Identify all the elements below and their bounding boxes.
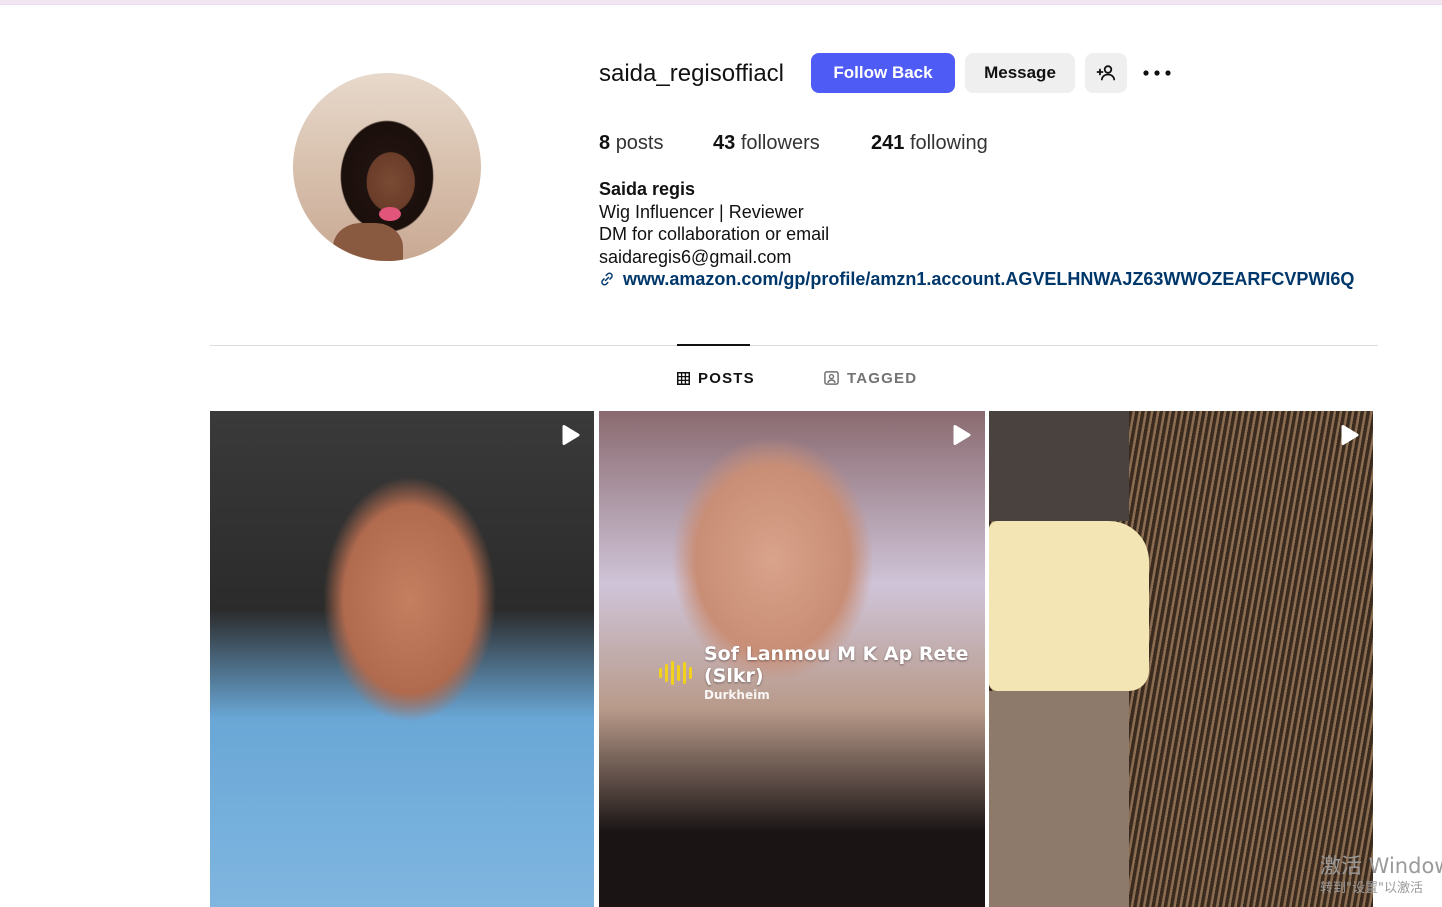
posts-count: 8 posts — [599, 130, 664, 156]
music-title: Sof Lanmou M K Ap Rete (Slkr) — [704, 643, 969, 687]
following-label: following — [909, 132, 988, 154]
message-button[interactable]: Message — [965, 53, 1075, 93]
tagged-icon — [824, 371, 839, 385]
posts-count-value: 8 — [599, 132, 611, 154]
bio-external-link: www.amazon.com/gp/profile/amzn1.account.… — [599, 268, 1354, 290]
music-artist: Durkheim — [704, 688, 770, 702]
suggested-users-button[interactable] — [1085, 53, 1127, 93]
post-thumbnail[interactable]: Sof Lanmou M K Ap Rete (Slkr) Durkheim — [599, 411, 985, 907]
more-options-icon — [1143, 70, 1171, 76]
audio-bars-icon — [659, 661, 692, 685]
tab-posts-label: POSTS — [698, 369, 755, 387]
bio-line: Wig Influencer | Reviewer — [599, 201, 804, 222]
reel-icon — [562, 425, 580, 445]
bio-line: DM for collaboration or email — [599, 224, 830, 244]
more-options-button[interactable] — [1140, 60, 1174, 86]
following-count-value: 241 — [871, 132, 905, 154]
avatar-photo-detail — [379, 207, 401, 221]
person-add-icon — [1096, 65, 1116, 81]
posts-count-label: posts — [615, 132, 664, 154]
post-photo-detail — [989, 521, 1149, 691]
grid-icon — [677, 371, 690, 385]
tab-posts[interactable]: POSTS — [677, 368, 755, 388]
link-icon — [601, 272, 613, 286]
active-tab-indicator — [677, 344, 750, 346]
bio-link-url[interactable]: www.amazon.com/gp/profile/amzn1.account.… — [623, 268, 1354, 290]
reel-icon — [1341, 425, 1359, 445]
profile-divider — [210, 345, 1378, 346]
avatar-photo-detail — [333, 223, 403, 261]
post-photo-detail — [989, 411, 1129, 521]
profile-avatar[interactable] — [293, 73, 481, 261]
followers-count-value: 43 — [713, 132, 736, 154]
followers-label: followers — [740, 132, 820, 154]
music-sticker: Sof Lanmou M K Ap Rete (Slkr) Durkheim — [659, 643, 985, 703]
followers-link[interactable]: 43 followers — [713, 130, 820, 156]
top-border — [0, 0, 1442, 5]
following-link[interactable]: 241 following — [871, 130, 988, 156]
bio-full-name: Saida regis — [599, 179, 696, 199]
post-thumbnail[interactable] — [989, 411, 1373, 907]
tab-tagged[interactable]: TAGGED — [824, 368, 917, 388]
reel-icon — [953, 425, 971, 445]
follow-back-button[interactable]: Follow Back — [811, 53, 955, 93]
post-photo-detail — [989, 691, 1129, 907]
tab-tagged-label: TAGGED — [847, 369, 918, 387]
post-thumbnail[interactable] — [210, 411, 594, 907]
profile-bio: Saida regis Wig Influencer | Reviewer DM… — [599, 178, 829, 268]
bio-email: saidaregis6@gmail.com — [599, 246, 792, 267]
profile-username: saida_regisoffiacl — [599, 60, 785, 87]
